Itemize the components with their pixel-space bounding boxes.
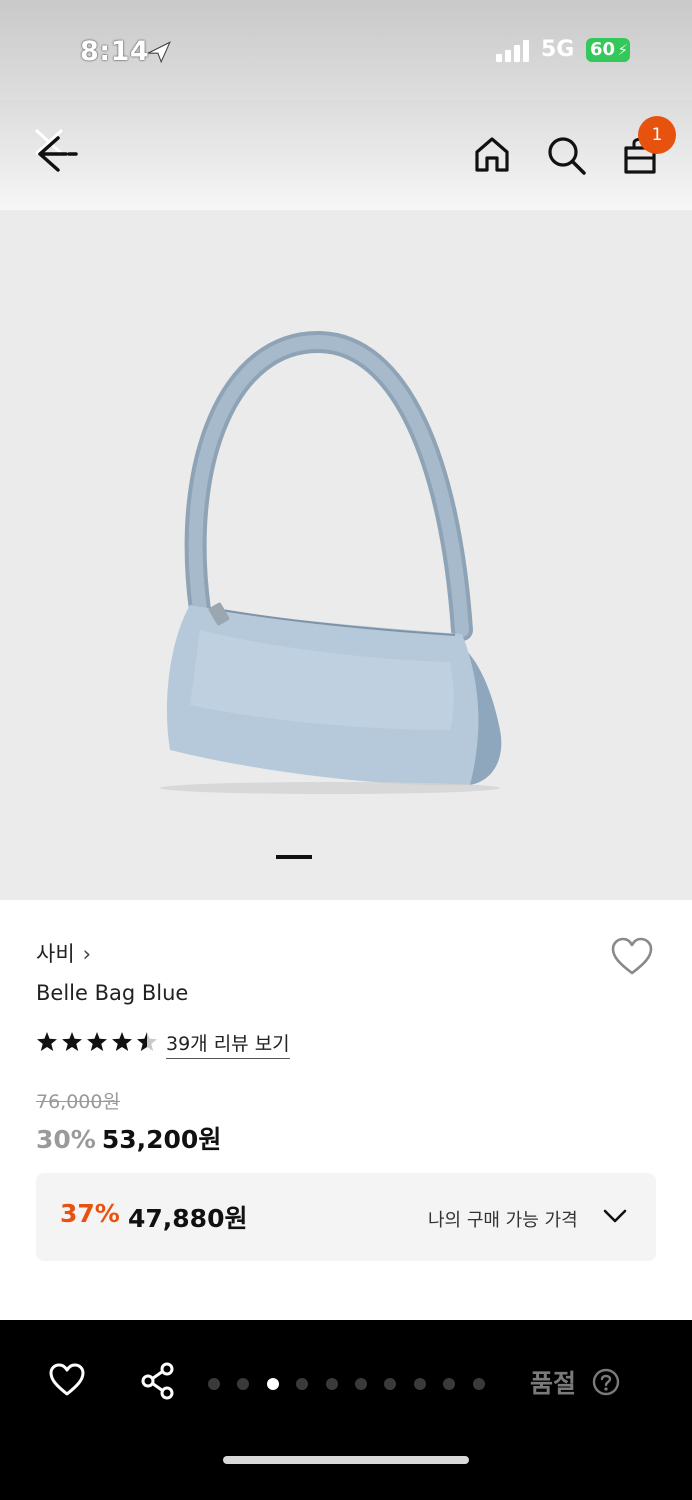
- brand-link[interactable]: 사비 ›: [36, 938, 91, 968]
- signal-icon: [496, 40, 529, 62]
- page-dot: [296, 1378, 309, 1390]
- star-icon: [112, 1032, 132, 1051]
- page-dot: [384, 1378, 397, 1390]
- heart-icon[interactable]: [610, 936, 654, 978]
- page-dot: [355, 1378, 367, 1390]
- home-indicator: [223, 1456, 469, 1464]
- star-half-icon: [137, 1032, 157, 1051]
- star-icon: [62, 1032, 82, 1051]
- chevron-down-icon: [603, 1209, 627, 1223]
- original-price: 76,000원: [36, 1091, 120, 1113]
- share-icon[interactable]: [140, 1362, 176, 1400]
- charging-icon: ⚡: [617, 41, 628, 59]
- carousel-indicator: [276, 855, 312, 859]
- network-label: 5G: [541, 37, 575, 62]
- rating-stars: [37, 1032, 157, 1051]
- product-image[interactable]: [0, 210, 692, 900]
- page-dot: [413, 1378, 426, 1390]
- page-dot-active: [266, 1378, 279, 1390]
- review-link[interactable]: 39개 리뷰 보기: [166, 1029, 290, 1059]
- star-icon: [87, 1032, 107, 1051]
- search-icon[interactable]: [545, 134, 587, 176]
- nav-bar: [0, 100, 692, 210]
- my-price-label: 나의 구매 가능 가격: [428, 1210, 578, 1231]
- battery-level: 60: [590, 39, 616, 60]
- cart-count-badge: 1: [638, 116, 676, 154]
- bottom-action-bar: 품절: [0, 1320, 692, 1500]
- page-dot: [472, 1378, 485, 1390]
- status-bar: 8:14 5G 60 ⚡: [0, 0, 692, 100]
- sale-price: 53,200원: [101, 1125, 222, 1154]
- soldout-label: 품절: [530, 1369, 577, 1398]
- help-icon[interactable]: [592, 1368, 620, 1396]
- my-price-dropdown[interactable]: 37% 47,880원 나의 구매 가능 가격: [36, 1173, 656, 1261]
- page-dot: [208, 1378, 220, 1390]
- airplane-icon: [147, 41, 171, 64]
- heart-icon[interactable]: [48, 1362, 86, 1398]
- page-dot: [443, 1378, 456, 1390]
- brand-name: 사비: [36, 942, 75, 966]
- product-name: Belle Bag Blue: [36, 981, 189, 1005]
- page-dot: [325, 1378, 338, 1390]
- bag-illustration: [160, 330, 502, 794]
- page-dot: [237, 1378, 250, 1390]
- my-discount-rate: 37%: [60, 1199, 120, 1228]
- home-icon[interactable]: [472, 134, 512, 174]
- sale-price-row: 30% 53,200원: [36, 1120, 221, 1156]
- status-time: 8:14: [80, 36, 150, 67]
- star-icon: [37, 1032, 57, 1051]
- discount-rate: 30%: [36, 1125, 96, 1154]
- battery-indicator: 60 ⚡: [586, 38, 630, 62]
- back-icon[interactable]: [28, 124, 82, 178]
- my-price: 47,880원: [128, 1204, 248, 1233]
- chevron-right-icon: ›: [82, 942, 92, 966]
